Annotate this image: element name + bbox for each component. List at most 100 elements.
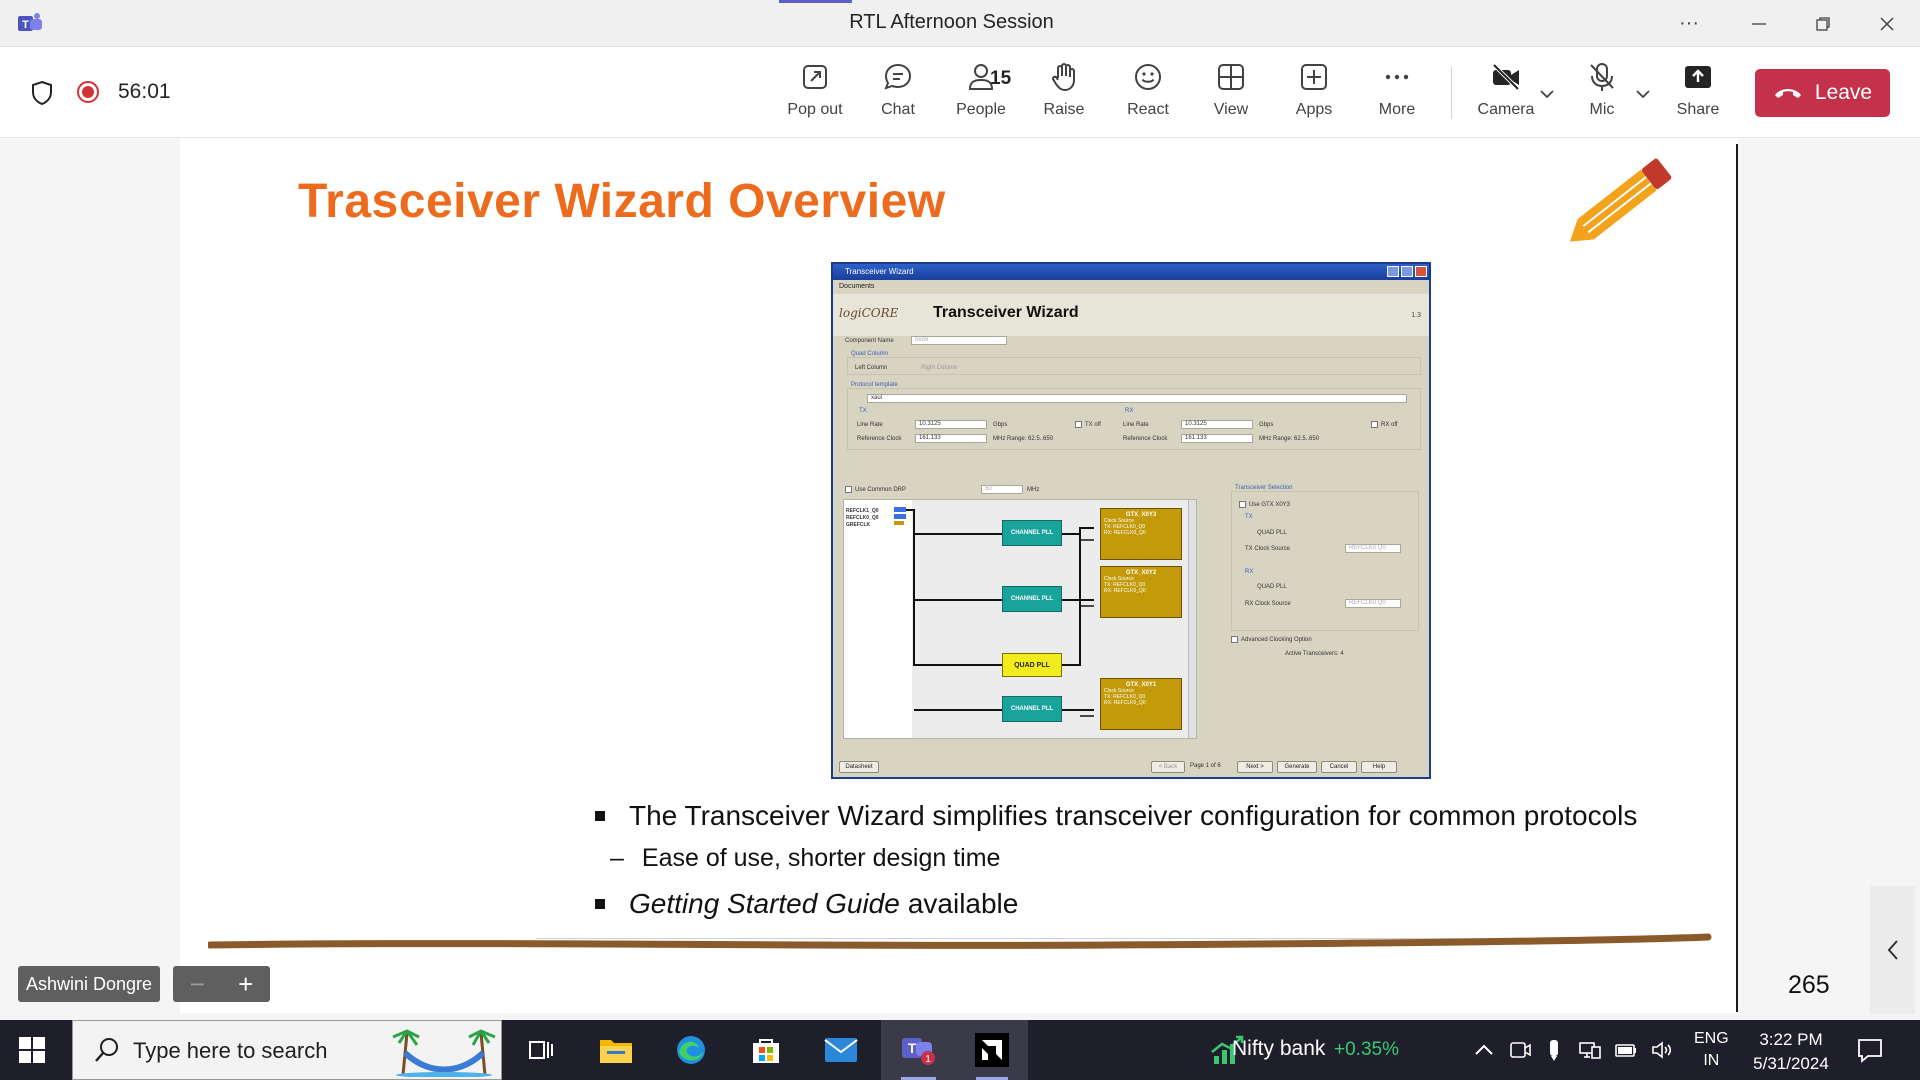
rx-off-label: RX off bbox=[1381, 422, 1398, 428]
emoji-smile-icon bbox=[1135, 64, 1161, 90]
sub-bullet-1: – Ease of use, shorter design time bbox=[610, 844, 1000, 873]
input-language[interactable]: ENG IN bbox=[1694, 1028, 1729, 1072]
leave-button[interactable]: Leave bbox=[1755, 69, 1890, 117]
tx-line-rate-field: 10.3125 bbox=[915, 420, 987, 429]
network-icon[interactable] bbox=[1578, 1038, 1602, 1062]
task-view-button[interactable] bbox=[516, 1030, 564, 1070]
pen-icon[interactable] bbox=[1542, 1038, 1566, 1062]
widget-label[interactable]: Nifty bank bbox=[1232, 1037, 1325, 1061]
search-icon bbox=[95, 1038, 118, 1062]
side-panel-toggle[interactable] bbox=[1870, 886, 1915, 1014]
raise-label: Raise bbox=[1043, 101, 1085, 118]
restore-button[interactable] bbox=[1792, 0, 1854, 47]
title-accent bbox=[779, 0, 852, 3]
advanced-clocking-label: Advanced Clocking Option bbox=[1241, 637, 1312, 643]
store-icon bbox=[753, 1039, 779, 1063]
zoom-out-button[interactable]: − bbox=[190, 969, 205, 1000]
amd-app-button[interactable] bbox=[968, 1030, 1016, 1070]
meeting-toolbar: 56:01 Pop out Chat People 15 Raise React… bbox=[0, 47, 1920, 138]
teams-taskbar-button[interactable]: T1 bbox=[894, 1030, 942, 1070]
shield-icon[interactable] bbox=[30, 80, 54, 106]
chat-icon bbox=[884, 63, 912, 90]
rx-sel-label: RX bbox=[1245, 569, 1254, 575]
clock-date: 5/31/2024 bbox=[1753, 1054, 1829, 1073]
tx-mhz-range: MHz Range: 62.5..650 bbox=[993, 436, 1054, 442]
participant-name-tag: Ashwini Dongre bbox=[18, 966, 161, 1002]
advanced-clocking-checkbox bbox=[1231, 636, 1238, 643]
svg-text:T: T bbox=[908, 1040, 917, 1056]
taskbar-search-box[interactable]: Type here to search bbox=[72, 1020, 502, 1080]
windows-start-icon[interactable] bbox=[18, 1036, 46, 1064]
tx-off-label: TX off bbox=[1085, 422, 1101, 428]
mail-button[interactable] bbox=[817, 1030, 865, 1070]
use-common-drp-label: Use Common DRP bbox=[855, 487, 907, 493]
task-view-icon bbox=[529, 1041, 553, 1059]
chevron-left-icon bbox=[1887, 940, 1898, 960]
rx-clock-source-select: REFCLK0 Q0 bbox=[1345, 599, 1401, 608]
channel-pll-block: CHANNEL PLL bbox=[1002, 520, 1062, 546]
protocol-template-field: xaui bbox=[867, 394, 1407, 403]
tx-off-checkbox bbox=[1075, 421, 1082, 428]
camera-button[interactable]: Camera bbox=[1467, 61, 1545, 127]
more-options-icon[interactable]: ··· bbox=[1658, 0, 1720, 47]
amd-logo-icon bbox=[975, 1033, 1009, 1067]
gtx-x0y2-block: GTX_X0Y2 Clock Source TX: REFCLK0_Q0 RX: RE… bbox=[1100, 566, 1182, 618]
meet-now-icon[interactable] bbox=[1508, 1038, 1532, 1062]
mic-button[interactable]: Mic bbox=[1563, 61, 1641, 127]
presentation-slide: Trasceiver Wizard Overview Transceiver W… bbox=[180, 138, 1830, 1013]
react-label: React bbox=[1127, 101, 1169, 118]
people-label: People bbox=[956, 101, 1006, 118]
pop-out-label: Pop out bbox=[787, 101, 843, 118]
bullet-2: Getting Started Guide available bbox=[595, 888, 1018, 920]
view-label: View bbox=[1213, 101, 1249, 118]
component-name-label: Component Name bbox=[845, 338, 894, 344]
active-transceivers-label: Active Transceivers: 4 bbox=[1285, 651, 1344, 657]
dash-marker: – bbox=[610, 844, 624, 872]
people-count: 15 bbox=[990, 68, 1012, 89]
minimize-button[interactable] bbox=[1728, 0, 1790, 47]
rx-off-checkbox bbox=[1371, 421, 1378, 428]
file-explorer-button[interactable] bbox=[592, 1030, 640, 1070]
share-button[interactable]: Share bbox=[1659, 61, 1737, 127]
battery-icon[interactable] bbox=[1614, 1038, 1638, 1062]
zoom-in-button[interactable]: + bbox=[238, 969, 253, 1000]
generate-button: Generate bbox=[1277, 761, 1317, 773]
chat-button[interactable]: Chat bbox=[859, 61, 937, 127]
mic-options-chevron-icon[interactable] bbox=[1634, 87, 1652, 101]
window-title: RTL Afternoon Session bbox=[849, 11, 1054, 33]
edge-browser-button[interactable] bbox=[667, 1030, 715, 1070]
cancel-button: Cancel bbox=[1321, 761, 1357, 773]
more-dots-icon bbox=[1385, 74, 1409, 80]
component-name-field: foobr bbox=[911, 336, 1007, 345]
minimize-icon bbox=[1752, 22, 1766, 25]
hammock-search-highlight-icon bbox=[392, 1029, 496, 1077]
more-button[interactable]: More bbox=[1358, 61, 1436, 127]
taskbar-clock[interactable]: 3:22 PM 5/31/2024 bbox=[1746, 1028, 1836, 1076]
raise-hand-button[interactable]: Raise bbox=[1025, 61, 1103, 127]
rx-ref-clock-label: Reference Clock bbox=[1123, 436, 1168, 442]
react-button[interactable]: React bbox=[1109, 61, 1187, 127]
microsoft-store-button[interactable] bbox=[742, 1030, 790, 1070]
notification-center-icon[interactable] bbox=[1856, 1036, 1884, 1064]
wizard-heading: Transceiver Wizard bbox=[933, 304, 1079, 321]
grid-view-icon bbox=[1218, 64, 1244, 90]
use-gtx-checkbox bbox=[1239, 501, 1246, 508]
help-button: Help bbox=[1361, 761, 1397, 773]
datasheet-button: Datasheet bbox=[839, 761, 879, 773]
edge-icon bbox=[677, 1036, 705, 1064]
rx-group-label: RX bbox=[1125, 408, 1134, 414]
apps-button[interactable]: Apps bbox=[1275, 61, 1353, 127]
gtx-x0y1-block: GTX_X0Y1 Clock Source TX: REFCLK0_Q0 RX: RE… bbox=[1100, 678, 1182, 730]
share-screen-icon bbox=[1685, 66, 1711, 88]
camera-options-chevron-icon[interactable] bbox=[1538, 87, 1556, 101]
folder-icon bbox=[600, 1040, 632, 1063]
volume-icon[interactable] bbox=[1650, 1038, 1674, 1062]
close-button[interactable] bbox=[1856, 0, 1918, 47]
drp-field: 50 bbox=[981, 485, 1023, 494]
rx-line-rate-label: Line Rate bbox=[1123, 422, 1149, 428]
view-button[interactable]: View bbox=[1192, 61, 1270, 127]
pop-out-button[interactable]: Pop out bbox=[776, 61, 854, 127]
chevron-up-icon[interactable] bbox=[1472, 1038, 1496, 1062]
tx-gbps-unit: Gbps bbox=[993, 422, 1008, 428]
rx-mhz-range: MHz Range: 62.5..650 bbox=[1259, 436, 1320, 442]
